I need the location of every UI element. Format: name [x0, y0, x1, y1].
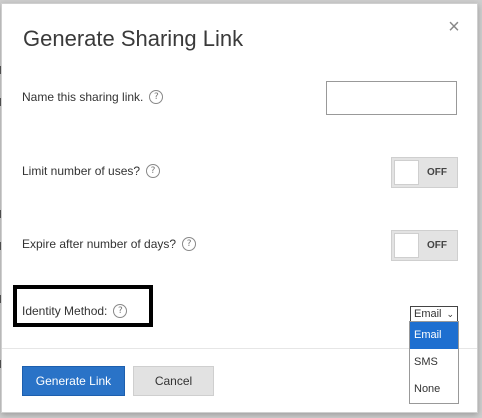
toggle-knob	[394, 233, 419, 258]
generate-link-button[interactable]: Generate Link	[22, 366, 125, 396]
dropdown-option-sms[interactable]: SMS	[410, 349, 458, 376]
toggle-state: OFF	[427, 167, 447, 178]
close-icon[interactable]: ×	[445, 17, 463, 37]
toggle-knob	[394, 160, 419, 185]
chevron-down-icon: ⌄	[446, 309, 454, 319]
sharing-link-name-input[interactable]	[326, 81, 457, 115]
expire-days-label: Expire after number of days?	[22, 237, 177, 251]
footer-divider	[2, 348, 477, 349]
help-circle-icon[interactable]: ?	[182, 237, 197, 251]
dropdown-option-none[interactable]: None	[410, 376, 458, 403]
sharing-link-dialog: Generate Sharing Link × Name this sharin…	[1, 3, 478, 413]
identity-method-select[interactable]: Email ⌄	[410, 306, 458, 322]
limit-row: Limit number of uses? ?	[22, 164, 161, 178]
dropdown-option-email[interactable]: Email	[410, 322, 458, 349]
identity-method-dropdown: Email SMS None	[409, 321, 459, 404]
name-row: Name this sharing link. ?	[22, 90, 164, 104]
name-label: Name this sharing link.	[22, 90, 144, 104]
help-circle-icon[interactable]: ?	[146, 164, 161, 178]
limit-uses-toggle[interactable]: OFF	[391, 157, 458, 188]
expire-row: Expire after number of days? ?	[22, 237, 197, 251]
toggle-state: OFF	[427, 240, 447, 251]
dialog-title: Generate Sharing Link	[23, 26, 244, 51]
identity-method-value: Email	[414, 308, 442, 320]
help-circle-icon[interactable]: ?	[149, 90, 164, 104]
expire-days-toggle[interactable]: OFF	[391, 230, 458, 261]
annotation-highlight-box	[13, 285, 153, 327]
limit-uses-label: Limit number of uses?	[22, 164, 141, 178]
cancel-button[interactable]: Cancel	[133, 366, 214, 396]
